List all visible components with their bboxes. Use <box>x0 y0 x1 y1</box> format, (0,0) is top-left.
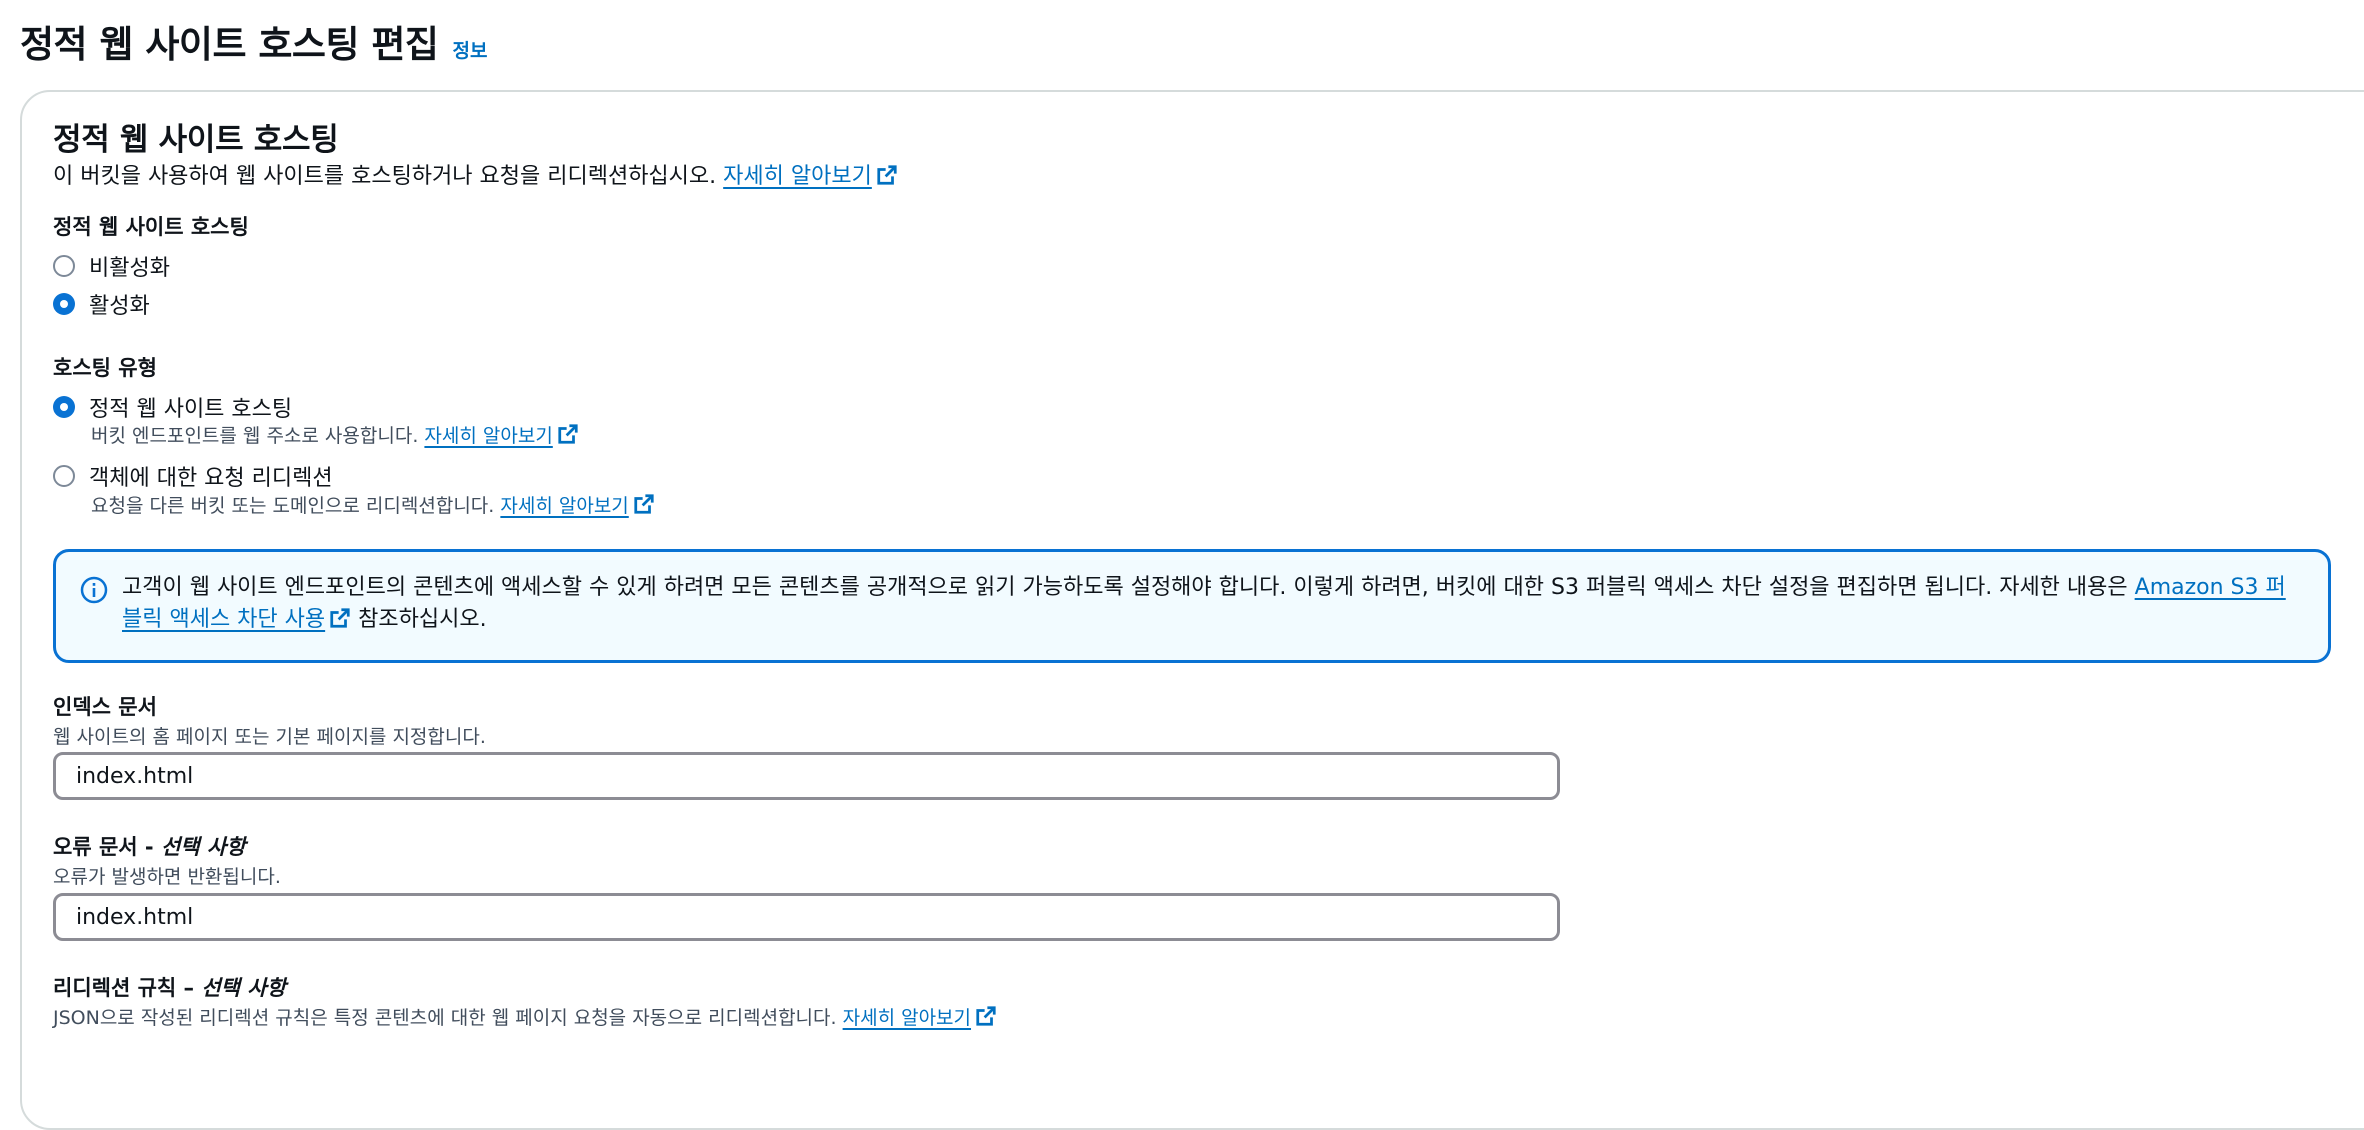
static-hosting-description: 버킷 엔드포인트를 웹 주소로 사용합니다. 자세히 알아보기 <box>91 421 579 448</box>
optional-tag: 선택 사항 <box>201 976 286 1000</box>
alert-text: 고객이 웹 사이트 엔드포인트의 콘텐츠에 액세스할 수 있게 하려면 모든 콘… <box>122 575 2286 632</box>
radio-enable-label: 활성화 <box>89 294 150 319</box>
page-header: 정적 웹 사이트 호스팅 편집 정보 <box>20 14 487 68</box>
section-description: 이 버킷을 사용하여 웹 사이트를 호스팅하거나 요청을 리디렉션하십시오. 자… <box>53 158 898 190</box>
radio-enable[interactable]: 활성화 <box>53 288 150 320</box>
redirect-rules-label: 리디렉션 규칙 – 선택 사항 <box>53 976 286 1000</box>
optional-tag: 선택 사항 <box>160 835 246 859</box>
external-link-icon <box>634 494 654 514</box>
external-link-icon <box>558 424 578 444</box>
error-document-input[interactable] <box>53 893 1560 941</box>
radio-static-hosting-label: 정적 웹 사이트 호스팅 <box>89 397 293 422</box>
radio-static-hosting-circle[interactable] <box>53 396 75 418</box>
error-document-description: 오류가 발생하면 반환됩니다. <box>53 866 281 888</box>
section-heading: 정적 웹 사이트 호스팅 <box>53 122 339 158</box>
redirect-requests-description: 요청을 다른 버킷 또는 도메인으로 리디렉션합니다. 자세히 알아보기 <box>91 491 655 518</box>
page-title: 정적 웹 사이트 호스팅 편집 <box>20 23 439 66</box>
static-hosting-learn-more-link[interactable]: 자세히 알아보기 <box>424 424 578 447</box>
section-description-text: 이 버킷을 사용하여 웹 사이트를 호스팅하거나 요청을 리디렉션하십시오. <box>53 164 717 189</box>
hosting-toggle-label: 정적 웹 사이트 호스팅 <box>53 215 249 239</box>
index-document-input[interactable] <box>53 752 1560 800</box>
index-document-description: 웹 사이트의 홈 페이지 또는 기본 페이지를 지정합니다. <box>53 726 486 748</box>
radio-disable[interactable]: 비활성화 <box>53 250 170 282</box>
external-link-icon <box>877 165 897 185</box>
radio-redirect-requests-label: 객체에 대한 요청 리디렉션 <box>89 466 333 491</box>
info-link[interactable]: 정보 <box>452 36 487 63</box>
redirect-rules-learn-more-link[interactable]: 자세히 알아보기 <box>843 1006 997 1029</box>
external-link-icon <box>330 608 350 628</box>
redirect-learn-more-link[interactable]: 자세히 알아보기 <box>500 494 654 517</box>
radio-disable-label: 비활성화 <box>89 256 170 281</box>
redirect-rules-description: JSON으로 작성된 리디렉션 규칙은 특정 콘텐츠에 대한 웹 페이지 요청을… <box>53 1003 997 1030</box>
external-link-icon <box>976 1006 996 1026</box>
index-document-label: 인덱스 문서 <box>53 695 157 719</box>
info-alert: 고객이 웹 사이트 엔드포인트의 콘텐츠에 액세스할 수 있게 하려면 모든 콘… <box>53 549 2331 663</box>
radio-static-hosting[interactable]: 정적 웹 사이트 호스팅 <box>53 391 292 423</box>
radio-redirect-requests[interactable]: 객체에 대한 요청 리디렉션 <box>53 460 333 492</box>
radio-redirect-requests-circle[interactable] <box>53 465 75 487</box>
learn-more-link[interactable]: 자세히 알아보기 <box>723 164 898 189</box>
radio-enable-circle[interactable] <box>53 293 75 315</box>
info-icon <box>80 576 108 604</box>
radio-disable-circle[interactable] <box>53 255 75 277</box>
error-document-label: 오류 문서 - 선택 사항 <box>53 835 246 859</box>
hosting-type-label: 호스팅 유형 <box>53 356 157 380</box>
